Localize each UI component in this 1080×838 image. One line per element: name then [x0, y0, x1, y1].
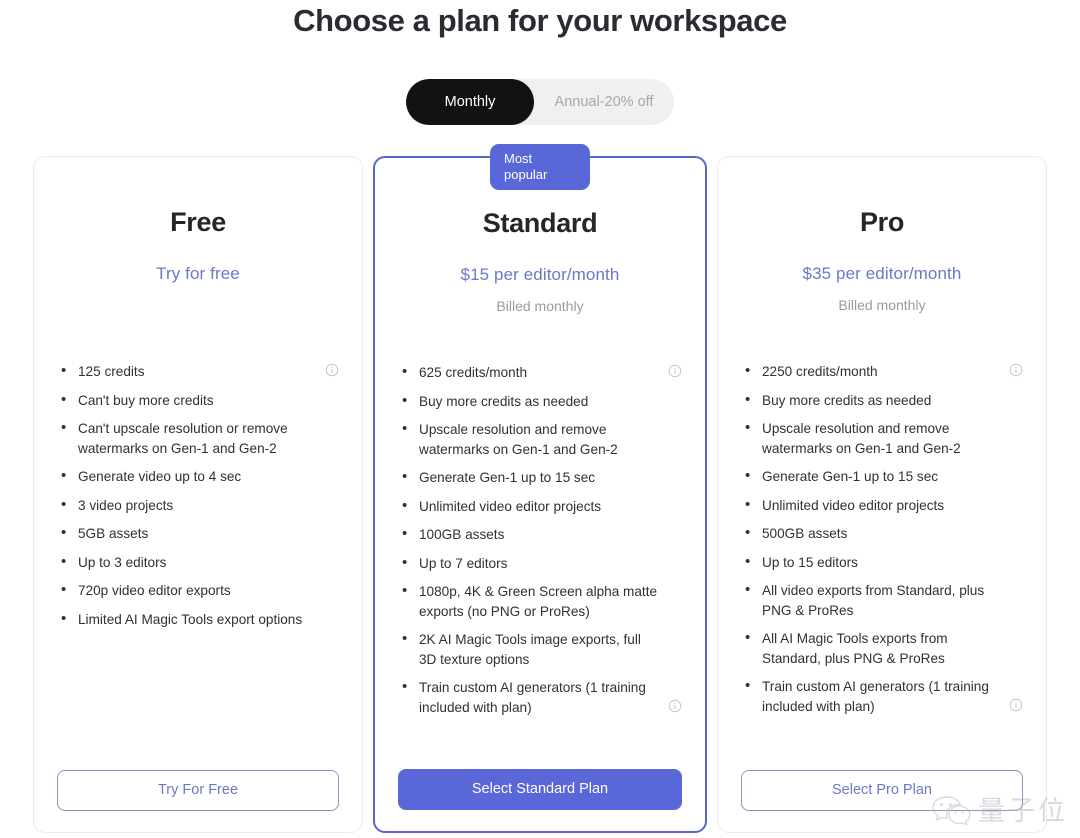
- pricing-card-free: Free Try for free 125 credits Can't buy mor…: [33, 156, 363, 833]
- cta-container: Select Pro Plan: [741, 760, 1023, 832]
- select-plan-button-standard[interactable]: Select Standard Plan: [398, 769, 682, 810]
- feature-item: Limited AI Magic Tools export options: [57, 609, 339, 630]
- feature-list: 125 credits Can't buy more credits Can't u…: [57, 361, 339, 760]
- feature-label: Upscale resolution and remove watermarks…: [762, 421, 961, 456]
- feature-item: Upscale resolution and remove watermarks…: [398, 419, 682, 459]
- feature-item: Up to 3 editors: [57, 552, 339, 573]
- feature-item: Unlimited video editor projects: [741, 495, 1023, 516]
- plan-price: $35 per editor/month: [802, 264, 962, 283]
- feature-label: 125 credits: [78, 364, 145, 379]
- feature-item: Upscale resolution and remove watermarks…: [741, 418, 1023, 458]
- feature-item: 100GB assets: [398, 524, 682, 545]
- feature-item: Train custom AI generators (1 training i…: [398, 677, 682, 717]
- feature-label: Upscale resolution and remove watermarks…: [419, 422, 618, 457]
- feature-item: 3 video projects: [57, 495, 339, 516]
- cta-container: Try For Free: [57, 760, 339, 832]
- feature-label: 2250 credits/month: [762, 364, 878, 379]
- feature-label: 500GB assets: [762, 526, 848, 541]
- feature-item: 2K AI Magic Tools image exports, full 3D…: [398, 629, 682, 669]
- feature-label: 1080p, 4K & Green Screen alpha matte exp…: [419, 584, 658, 619]
- cta-container: Select Standard Plan: [398, 759, 682, 831]
- feature-label: 2K AI Magic Tools image exports, full 3D…: [419, 632, 641, 667]
- feature-item: 500GB assets: [741, 523, 1023, 544]
- feature-label: 625 credits/month: [419, 365, 528, 380]
- feature-label: Up to 7 editors: [419, 555, 508, 571]
- feature-item: Train custom AI generators (1 training i…: [741, 676, 1023, 716]
- feature-label: All AI Magic Tools exports from Standard…: [762, 631, 948, 666]
- feature-item: 1080p, 4K & Green Screen alpha matte exp…: [398, 581, 682, 621]
- feature-item: Generate Gen-1 up to 15 sec: [398, 467, 682, 488]
- feature-label: Buy more credits as needed: [419, 393, 589, 409]
- feature-item: 625 credits/month: [398, 362, 682, 383]
- feature-item: Generate video up to 4 sec: [57, 466, 339, 487]
- billing-toggle-annual[interactable]: Annual-20% off: [534, 79, 674, 125]
- feature-label: Can't upscale resolution or remove water…: [78, 421, 288, 456]
- plan-billing-period: [57, 297, 339, 314]
- feature-label: 5GB assets: [78, 526, 149, 541]
- feature-label: Generate video up to 4 sec: [78, 469, 242, 484]
- feature-item: Buy more credits as needed: [398, 391, 682, 412]
- feature-label: Unlimited video editor projects: [419, 498, 602, 514]
- plan-billing-period: Billed monthly: [496, 298, 584, 314]
- plan-price: $15 per editor/month: [460, 265, 620, 284]
- plan-name: Free: [170, 207, 226, 237]
- select-plan-button-pro[interactable]: Select Pro Plan: [741, 770, 1023, 811]
- feature-item: 5GB assets: [57, 523, 339, 544]
- billing-toggle[interactable]: Monthly Annual-20% off: [406, 79, 674, 125]
- feature-item: Unlimited video editor projects: [398, 496, 682, 517]
- feature-item: Up to 15 editors: [741, 552, 1023, 573]
- feature-label: 720p video editor exports: [78, 583, 231, 598]
- feature-item: Buy more credits as needed: [741, 390, 1023, 411]
- billing-toggle-monthly[interactable]: Monthly: [406, 79, 534, 125]
- feature-label: Up to 15 editors: [762, 554, 858, 570]
- info-icon[interactable]: [668, 364, 682, 378]
- info-icon[interactable]: [1009, 363, 1023, 377]
- feature-label: Unlimited video editor projects: [762, 497, 945, 513]
- feature-item: All AI Magic Tools exports from Standard…: [741, 628, 1023, 668]
- page-title: Choose a plan for your workspace: [293, 3, 787, 38]
- pricing-card-pro: Pro $35 per editor/month Billed monthly 225…: [717, 156, 1047, 833]
- feature-label: Generate Gen-1 up to 15 sec: [419, 470, 596, 485]
- feature-label: Buy more credits as needed: [762, 392, 932, 408]
- feature-item: Up to 7 editors: [398, 553, 682, 574]
- billing-toggle-container: Monthly Annual-20% off: [0, 79, 1080, 125]
- feature-label: Limited AI Magic Tools export options: [78, 611, 303, 627]
- feature-item: Can't buy more credits: [57, 390, 339, 411]
- feature-item: Can't upscale resolution or remove water…: [57, 418, 339, 458]
- feature-list: 2250 credits/month Buy more credits as ne…: [741, 361, 1023, 760]
- feature-label: Train custom AI generators (1 training i…: [419, 680, 646, 715]
- plan-name: Pro: [859, 207, 905, 237]
- feature-item: All video exports from Standard, plus PN…: [741, 580, 1023, 620]
- pricing-page: Choose a plan for your workspace Monthly…: [0, 0, 1080, 838]
- info-icon[interactable]: [1009, 698, 1023, 712]
- feature-label: 100GB assets: [419, 527, 505, 542]
- feature-label: Generate Gen-1 up to 15 sec: [762, 469, 939, 484]
- plan-price: Try for free: [156, 264, 240, 283]
- feature-label: Train custom AI generators (1 training i…: [762, 679, 989, 714]
- feature-label: Up to 3 editors: [78, 554, 167, 570]
- pricing-cards: Free Try for free 125 credits Can't buy mor…: [0, 144, 1080, 833]
- info-icon[interactable]: [668, 699, 682, 713]
- feature-item: 125 credits: [57, 361, 339, 382]
- feature-item: 2250 credits/month: [741, 361, 1023, 382]
- info-icon[interactable]: [325, 363, 339, 377]
- feature-label: 3 video projects: [78, 497, 174, 513]
- plan-billing-period: Billed monthly: [838, 297, 926, 313]
- feature-item: 720p video editor exports: [57, 580, 339, 601]
- feature-label: All video exports from Standard, plus PN…: [762, 583, 985, 618]
- pricing-card-standard: Most popular Standard $15 per editor/month…: [373, 144, 707, 833]
- select-plan-button-free[interactable]: Try For Free: [57, 770, 339, 811]
- feature-label: Can't buy more credits: [78, 392, 214, 408]
- most-popular-badge: Most popular: [490, 144, 590, 190]
- feature-item: Generate Gen-1 up to 15 sec: [741, 466, 1023, 487]
- feature-list: 625 credits/month Buy more credits as nee…: [398, 362, 682, 759]
